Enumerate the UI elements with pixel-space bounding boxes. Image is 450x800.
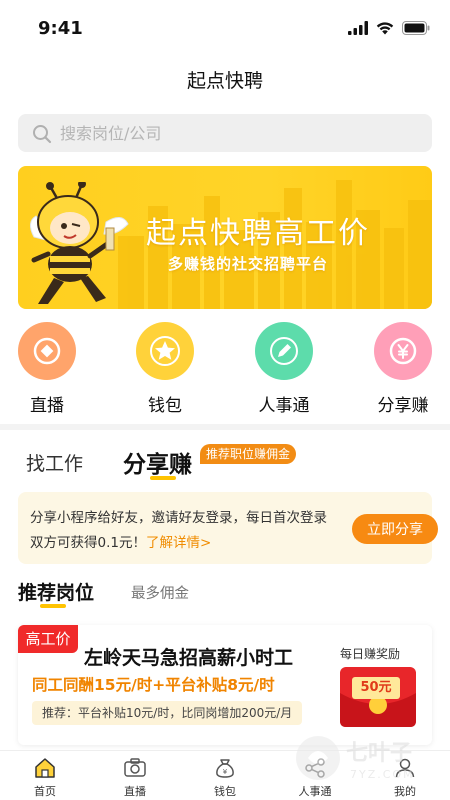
recommend-active-indicator [40, 604, 66, 608]
tab-find-job[interactable]: 找工作 [26, 449, 83, 476]
nav-home[interactable]: 首页 [10, 755, 80, 799]
learn-more-link[interactable]: 了解详情> [146, 535, 211, 551]
camera-icon [124, 758, 146, 777]
watermark-logo: 七叶子 7YZ.COM [296, 736, 415, 781]
wifi-icon [376, 22, 394, 35]
category-share-label: 分享赚 [377, 396, 429, 416]
banner-title: 起点快聘高工价 [146, 216, 370, 251]
job-salary: 同工同酬15元/时+平台补贴8元/时 [32, 676, 275, 694]
promo-banner[interactable]: 起点快聘高工价 多赚钱的社交招聘平台 [18, 166, 432, 309]
category-grid: 直播 钱包 人事通 分享赚 [0, 318, 450, 418]
yuan-icon [389, 337, 417, 365]
commission-badge: 推荐职位赚佣金 [200, 444, 297, 464]
share-notice: 分享小程序给好友，邀请好友登录，每日首次登录双方可获得0.1元！了解详情> 立即… [18, 492, 438, 564]
search-bar[interactable] [18, 114, 432, 152]
category-share-circle [374, 322, 432, 380]
coin-icon [33, 337, 61, 365]
category-hr-circle [255, 322, 313, 380]
page-title: 起点快聘 [186, 70, 263, 92]
banner-subtitle: 多赚钱的社交招聘平台 [168, 255, 329, 273]
nav-wallet[interactable]: ¥ 钱包 [190, 755, 260, 799]
daily-reward-label: 每日赚奖励 [340, 647, 401, 661]
category-hr[interactable]: 人事通 [244, 322, 324, 416]
nav-home-label: 首页 [34, 785, 56, 798]
category-share[interactable]: 分享赚 [363, 322, 443, 416]
svg-text:¥: ¥ [223, 768, 228, 776]
job-recommend-note: 推荐：平台补贴10元/时，比同岗增加200元/月 [32, 701, 303, 725]
section-divider [0, 424, 450, 430]
daily-reward-amount: 50元 [352, 677, 400, 699]
category-live-circle [18, 322, 76, 380]
nav-live[interactable]: 直播 [100, 755, 170, 799]
search-input[interactable] [60, 114, 420, 152]
category-wallet-circle [136, 322, 194, 380]
tab-active-indicator [150, 476, 176, 480]
tab-share-earn[interactable]: 分享赚 [123, 445, 192, 479]
signal-icon [348, 21, 368, 35]
watermark-subtext: 7YZ.COM [350, 768, 415, 781]
wallet-bag-icon: ¥ [216, 759, 234, 778]
category-hr-label: 人事通 [258, 396, 310, 416]
watermark-text: 七叶子 [346, 741, 412, 766]
nav-wallet-label: 钱包 [214, 785, 236, 798]
high-wage-tag: 高工价 [18, 625, 78, 653]
home-icon [35, 758, 55, 778]
share-now-button[interactable]: 立即分享 [352, 514, 438, 544]
pencil-icon [270, 337, 298, 365]
bee-mascot-image [30, 182, 129, 304]
notice-text-block: 分享小程序给好友，邀请好友登录，每日首次登录双方可获得0.1元！了解详情> [30, 506, 330, 556]
status-icons [348, 20, 430, 36]
tab-recommended-jobs[interactable]: 推荐岗位 [18, 578, 94, 605]
job-title: 左岭天马急招高薪小时工 [84, 647, 294, 669]
search-icon [33, 125, 52, 144]
star-icon [150, 336, 180, 366]
status-time: 9:41 [38, 18, 83, 39]
category-live-label: 直播 [30, 396, 64, 416]
category-wallet[interactable]: 钱包 [125, 322, 205, 416]
nav-live-label: 直播 [124, 785, 146, 798]
status-bar: 9:41 [0, 0, 450, 56]
tab-most-commission[interactable]: 最多佣金 [131, 582, 189, 603]
battery-icon [402, 21, 430, 35]
category-live[interactable]: 直播 [7, 322, 87, 416]
category-wallet-label: 钱包 [148, 396, 182, 416]
